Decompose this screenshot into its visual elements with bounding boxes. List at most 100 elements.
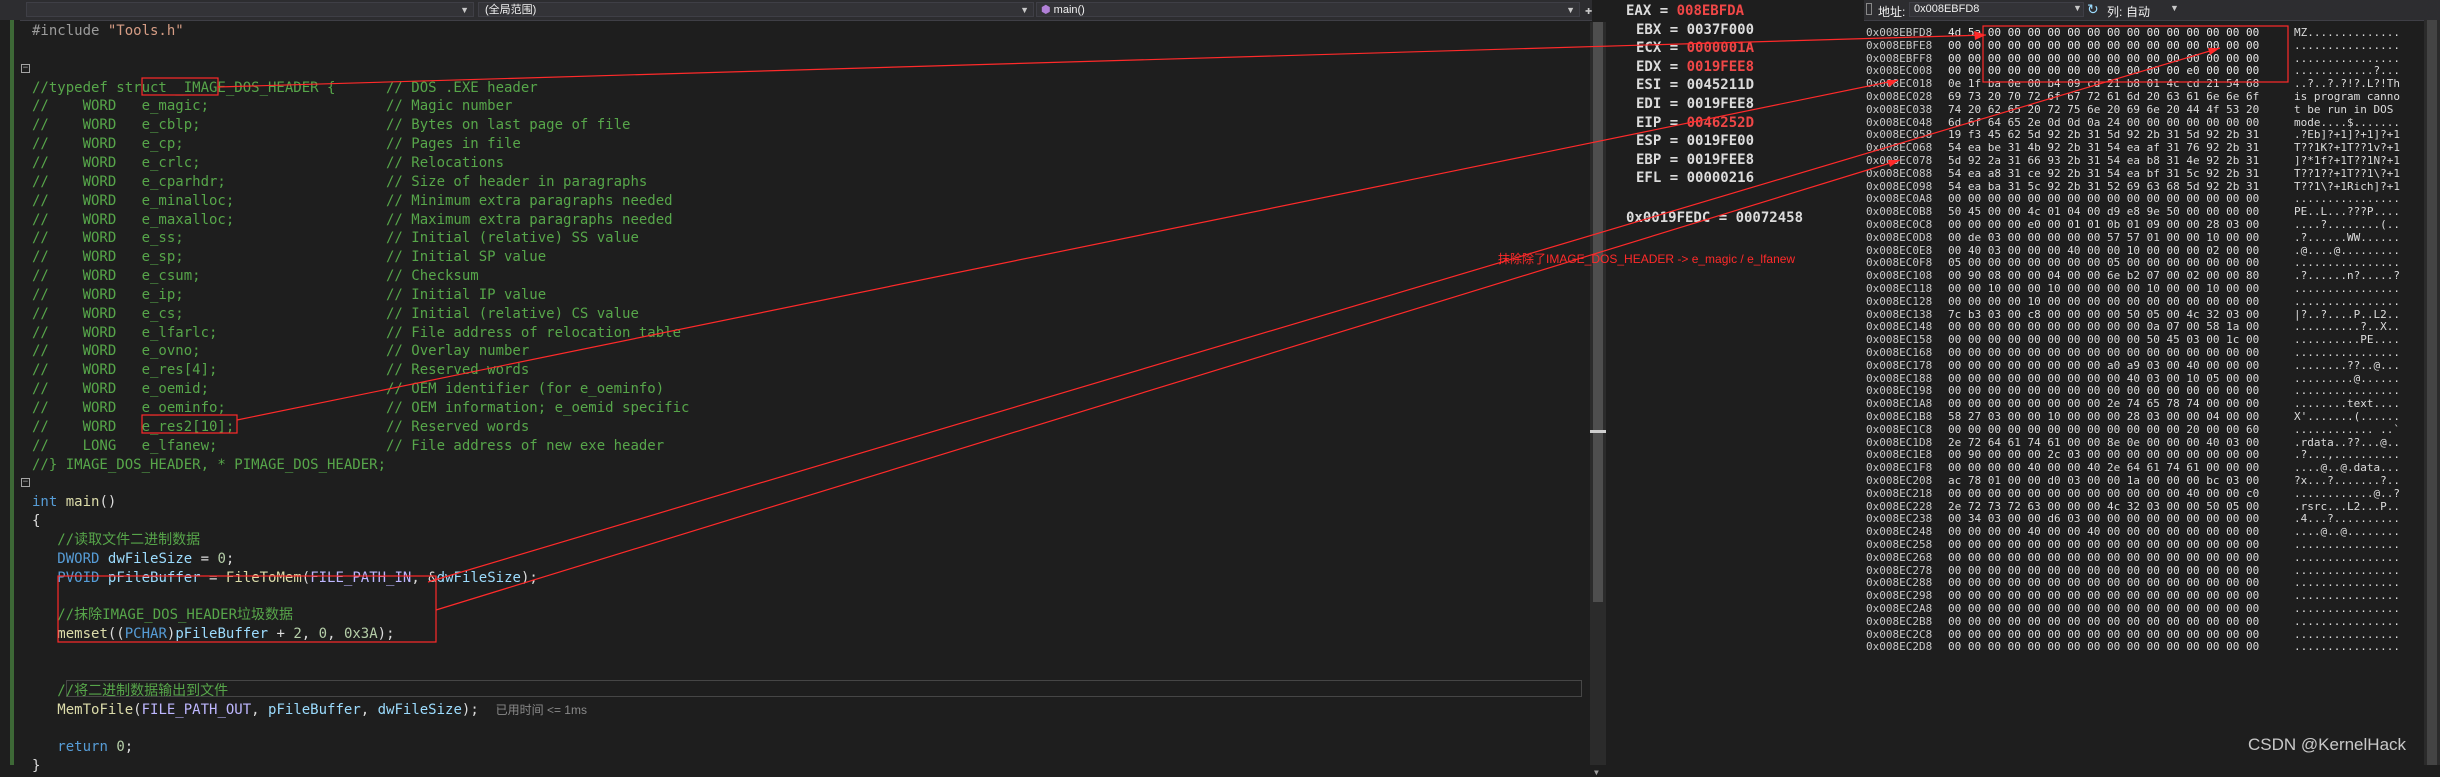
register-efl[interactable]: EFL = 00000216	[1636, 169, 1754, 187]
memory-hex-bytes[interactable]: 00 00 00 00 e0 00 01 01 0b 01 09 00 00 2…	[1948, 218, 2259, 232]
memory-row[interactable]: 0x008EC118 00 00 10 00 00 10 00 00 00 00 …	[1864, 282, 2424, 296]
register-esi[interactable]: ESI = 0045211D	[1636, 76, 1754, 94]
memory-row[interactable]: 0x008EC208 ac 78 01 00 00 d0 03 00 00 1a …	[1864, 474, 2424, 488]
scrollbar-thumb[interactable]	[2427, 20, 2437, 765]
memory-ascii[interactable]: ............ ..`	[2294, 423, 2400, 437]
memory-hex-bytes[interactable]: 00 de 03 00 00 00 00 00 57 57 01 00 00 1…	[1948, 231, 2259, 245]
memory-ascii[interactable]: ................	[2294, 615, 2400, 629]
register-edx[interactable]: EDX = 0019FEE8	[1636, 58, 1754, 76]
memory-hex-bytes[interactable]: 54 ea a8 31 ce 92 2b 31 54 ea bf 31 5c 9…	[1948, 167, 2259, 181]
register-edi[interactable]: EDI = 0019FEE8	[1636, 95, 1754, 113]
code-line[interactable]: // WORD e_res[4]; // Reserved words	[32, 361, 529, 380]
register-value[interactable]: 00000216	[1687, 170, 1754, 186]
code-line[interactable]: // WORD e_maxalloc; // Maximum extra par…	[32, 211, 673, 230]
scrollbar-thumb[interactable]	[1593, 22, 1603, 602]
memory-row[interactable]: 0x008EC268 00 00 00 00 00 00 00 00 00 00 …	[1864, 551, 2424, 565]
register-ecx[interactable]: ECX = 0000001A	[1636, 39, 1754, 57]
register-value[interactable]: 008EBFDA	[1677, 3, 1744, 19]
memory-hex-bytes[interactable]: 00 00 00 00 00 00 00 00 00 00 00 00 00 0…	[1948, 551, 2259, 565]
memory-hex-bytes[interactable]: 00 00 00 00 00 00 00 00 00 00 00 00 00 0…	[1948, 641, 2259, 654]
code-line[interactable]: // WORD e_magic; // Magic number	[32, 97, 512, 116]
code-line[interactable]: // WORD e_lfarlc; // File address of rel…	[32, 324, 681, 343]
memory-hex-bytes[interactable]: 58 27 03 00 00 10 00 00 00 28 03 00 00 0…	[1948, 410, 2259, 424]
register-value[interactable]: 0019FEE8	[1687, 59, 1754, 75]
memory-hex-bytes[interactable]: ac 78 01 00 00 d0 03 00 00 1a 00 00 00 b…	[1948, 474, 2259, 488]
code-line[interactable]: // WORD e_csum; // Checksum	[32, 267, 479, 286]
memory-ascii[interactable]: t be run in DOS	[2294, 103, 2400, 117]
memory-row[interactable]: 0x008EC0D8 00 de 03 00 00 00 00 00 57 57 …	[1864, 231, 2424, 245]
code-line[interactable]: // WORD e_ss; // Initial (relative) SS v…	[32, 229, 639, 248]
code-line[interactable]: // WORD e_oeminfo; // OEM information; e…	[32, 399, 689, 418]
memory-hex-bytes[interactable]: 69 73 20 70 72 6f 67 72 61 6d 20 63 61 6…	[1948, 90, 2259, 104]
memory-hex-bytes[interactable]: 00 00 00 00 00 00 00 00 a0 a9 03 00 40 0…	[1948, 359, 2259, 373]
memory-row[interactable]: 0x008EC1C8 00 00 00 00 00 00 00 00 00 00 …	[1864, 423, 2424, 437]
fold-collapse-icon[interactable]: −	[21, 478, 30, 487]
memory-row[interactable]: 0x008EBFE8 00 00 00 00 00 00 00 00 00 00 …	[1864, 39, 2424, 53]
memory-ascii[interactable]: ................	[2294, 295, 2400, 309]
code-line[interactable]: // WORD e_cs; // Initial (relative) CS v…	[32, 305, 639, 324]
code-line[interactable]: // WORD e_minalloc; // Minimum extra par…	[32, 192, 673, 211]
memory-hex-bytes[interactable]: 00 00 00 00 00 00 00 00 00 00 00 00 40 0…	[1948, 487, 2259, 501]
register-value[interactable]: 0045211D	[1687, 77, 1754, 93]
memory-ascii[interactable]: ............@..?	[2294, 487, 2400, 501]
project-dropdown[interactable]: ▼	[26, 2, 474, 17]
memory-row[interactable]: 0x008EC2A8 00 00 00 00 00 00 00 00 00 00 …	[1864, 602, 2424, 616]
code-line[interactable]: //读取文件二进制数据	[32, 531, 200, 550]
code-line[interactable]: {	[32, 512, 40, 531]
memory-ascii[interactable]: ................	[2294, 538, 2400, 552]
memory-hex-bytes[interactable]: 00 00 00 00 00 00 00 00 00 00 00 00 00 0…	[1948, 615, 2259, 629]
scroll-down-icon[interactable]: ▼	[1594, 768, 1599, 777]
chevron-down-icon[interactable]: ▼	[2073, 3, 2082, 13]
memory-row[interactable]: 0x008EC088 54 ea a8 31 ce 92 2b 31 54 ea …	[1864, 167, 2424, 181]
register-ebp[interactable]: EBP = 0019FEE8	[1636, 151, 1754, 169]
memory-ascii[interactable]: ................	[2294, 551, 2400, 565]
watch-expression[interactable]: 0x0019FEDC = 00072458	[1626, 209, 1803, 227]
register-value[interactable]: 0019FE00	[1687, 133, 1754, 149]
editor-vertical-scrollbar[interactable]: ▼	[1590, 22, 1606, 777]
code-line[interactable]: //将二进制数据输出到文件	[32, 682, 228, 701]
memory-row[interactable]: 0x008EBFD8 4d 5a 00 00 00 00 00 00 00 00 …	[1864, 26, 2424, 40]
code-line[interactable]: // WORD e_ovno; // Overlay number	[32, 342, 529, 361]
memory-row[interactable]: 0x008EC078 5d 92 2a 31 66 93 2b 31 54 ea …	[1864, 154, 2424, 168]
memory-window[interactable]: 地址: 0x008EBFD8 ▼ ↻ 列: 自动 ▼ 0x008EBFD8 4d …	[1864, 0, 2440, 765]
memory-hex-bytes[interactable]: 00 00 00 00 00 00 00 00 00 00 00 00 00 0…	[1948, 346, 2259, 360]
code-line[interactable]: #include "Tools.h"	[32, 22, 184, 41]
memory-ascii[interactable]: ........??..@...	[2294, 359, 2400, 373]
split-plus-icon[interactable]: ✚	[1585, 3, 1592, 17]
memory-row[interactable]: 0x008EC0C8 00 00 00 00 e0 00 01 01 0b 01 …	[1864, 218, 2424, 232]
code-editor[interactable]: ▼ (全局范围) ▼ ⬢ main() ▼ ✚ − − #include "To…	[0, 0, 1606, 777]
memory-ascii[interactable]: ?x...?.......?..	[2294, 474, 2400, 488]
memory-row[interactable]: 0x008EC038 74 20 62 65 20 72 75 6e 20 69 …	[1864, 103, 2424, 117]
code-line[interactable]: //} IMAGE_DOS_HEADER, * PIMAGE_DOS_HEADE…	[32, 456, 386, 475]
code-line[interactable]: // WORD e_sp; // Initial SP value	[32, 248, 546, 267]
code-line[interactable]: // LONG e_lfanew; // File address of new…	[32, 437, 664, 456]
code-line[interactable]: PVOID pFileBuffer = FileToMem(FILE_PATH_…	[32, 569, 538, 588]
chevron-down-icon[interactable]: ▼	[2170, 3, 2179, 13]
fold-collapse-icon[interactable]: −	[21, 64, 30, 73]
memory-ascii[interactable]: ]?*1f?+1T??1N?+1	[2294, 154, 2400, 168]
code-line[interactable]: memset((PCHAR)pFileBuffer + 2, 0, 0x3A);	[32, 625, 394, 644]
columns-dropdown[interactable]: 自动	[2126, 3, 2150, 20]
memory-ascii[interactable]: is program canno	[2294, 90, 2400, 104]
memory-ascii[interactable]: ................	[2294, 282, 2400, 296]
register-eax[interactable]: EAX = 008EBFDA	[1626, 2, 1744, 20]
code-line[interactable]: return 0;	[32, 738, 133, 757]
memory-row[interactable]: 0x008EC258 00 00 00 00 00 00 00 00 00 00 …	[1864, 538, 2424, 552]
memory-row[interactable]: 0x008EC028 69 73 20 70 72 6f 67 72 61 6d …	[1864, 90, 2424, 104]
code-line[interactable]: }	[32, 757, 40, 776]
code-line[interactable]: int main()	[32, 493, 116, 512]
code-line[interactable]: // WORD e_cp; // Pages in file	[32, 135, 521, 154]
memory-row[interactable]: 0x008EC218 00 00 00 00 00 00 00 00 00 00 …	[1864, 487, 2424, 501]
memory-hex-bytes[interactable]: 5d 92 2a 31 66 93 2b 31 54 ea b8 31 4e 9…	[1948, 154, 2259, 168]
code-line[interactable]: // WORD e_oemid; // OEM identifier (for …	[32, 380, 664, 399]
address-input[interactable]: 0x008EBFD8	[1909, 2, 2084, 17]
code-line[interactable]: MemToFile(FILE_PATH_OUT, pFileBuffer, dw…	[32, 701, 587, 720]
memory-row[interactable]: 0x008EC128 00 00 00 00 10 00 00 00 00 00 …	[1864, 295, 2424, 309]
memory-ascii[interactable]: T??1??+1T??1\?+1	[2294, 167, 2400, 181]
memory-hex-bytes[interactable]: 74 20 62 65 20 72 75 6e 20 69 6e 20 44 4…	[1948, 103, 2259, 117]
memory-row[interactable]: 0x008EC2D8 00 00 00 00 00 00 00 00 00 00 …	[1864, 641, 2424, 654]
scope-dropdown[interactable]: (全局范围) ▼	[478, 2, 1034, 17]
memory-ascii[interactable]: MZ..............	[2294, 26, 2400, 40]
memory-row[interactable]: 0x008EC178 00 00 00 00 00 00 00 00 a0 a9 …	[1864, 359, 2424, 373]
memory-row[interactable]: 0x008EC2B8 00 00 00 00 00 00 00 00 00 00 …	[1864, 615, 2424, 629]
